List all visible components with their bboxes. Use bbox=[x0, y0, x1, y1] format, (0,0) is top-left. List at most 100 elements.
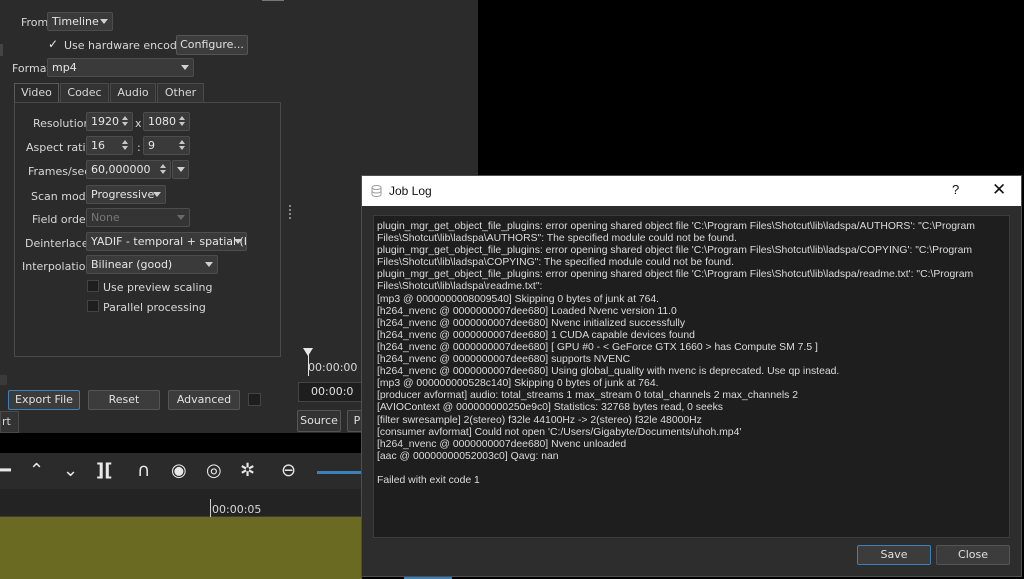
remove-icon[interactable]: ━ bbox=[0, 461, 11, 481]
format-select[interactable]: mp4 bbox=[47, 58, 194, 77]
zoom-out-icon[interactable]: ⊖ bbox=[281, 461, 296, 481]
log-line: Files\Shotcut\lib\ladspa\AUTHORS": The s… bbox=[377, 233, 737, 245]
preview-scaling-checkbox[interactable] bbox=[87, 280, 99, 292]
overwrite-icon[interactable]: ⌄ bbox=[63, 461, 78, 481]
from-select[interactable]: Timeline bbox=[47, 12, 113, 31]
chevron-down-icon bbox=[177, 215, 185, 220]
chevron-down-icon bbox=[205, 262, 213, 267]
tab-other[interactable]: Other bbox=[157, 83, 204, 102]
fps-preset-dropdown[interactable] bbox=[172, 160, 189, 179]
advanced-button[interactable]: Advanced bbox=[168, 390, 240, 410]
field-order-select[interactable]: None bbox=[86, 208, 190, 227]
ripple-icon[interactable]: ◎ bbox=[206, 461, 222, 481]
tab-source[interactable]: Source bbox=[297, 410, 341, 432]
tab-video[interactable]: Video bbox=[14, 83, 59, 102]
chevron-down-icon bbox=[181, 65, 189, 70]
deinterlacer-select[interactable]: YADIF - temporal + spatial (be bbox=[86, 232, 247, 251]
fps-value: 60,000000 bbox=[91, 163, 151, 176]
resolution-height-value: 1080 bbox=[148, 115, 176, 128]
ruler-tick bbox=[210, 499, 211, 517]
save-button[interactable]: Save bbox=[857, 545, 931, 565]
scroll-down-arrow-icon[interactable] bbox=[0, 375, 7, 385]
format-label: Format bbox=[12, 62, 51, 75]
player-timecode: 00:00:00 bbox=[308, 361, 358, 374]
resolution-width-value: 1920 bbox=[91, 115, 119, 128]
aspect-ratio-label: Aspect ratio bbox=[26, 141, 93, 154]
ripple-all-icon[interactable]: ✲ bbox=[240, 461, 255, 481]
from-select-value: Timeline bbox=[52, 15, 99, 28]
parallel-processing-checkbox[interactable] bbox=[87, 300, 99, 312]
close-button[interactable]: Close bbox=[936, 545, 1010, 565]
export-file-button[interactable]: Export File bbox=[8, 390, 80, 410]
spin-arrows-icon[interactable] bbox=[158, 162, 168, 177]
left-tab-cut-label: rt bbox=[2, 415, 11, 428]
aspect-separator: : bbox=[137, 141, 141, 154]
log-line: Files\Shotcut\lib\ladspa\COPYING": The s… bbox=[377, 257, 734, 269]
spin-arrows-icon[interactable] bbox=[177, 114, 187, 129]
aspect-height-spinbox[interactable]: 9 bbox=[143, 136, 190, 155]
format-select-value: mp4 bbox=[52, 61, 77, 74]
log-line: plugin_mgr_get_object_file_plugins: erro… bbox=[377, 269, 974, 281]
scrub-eye-icon[interactable]: ◉ bbox=[171, 461, 187, 481]
tab-codec[interactable]: Codec bbox=[60, 83, 109, 102]
chevron-down-icon bbox=[177, 167, 185, 172]
chevron-down-icon bbox=[234, 239, 242, 244]
resolution-label: Resolution bbox=[33, 117, 91, 130]
resolution-height-spinbox[interactable]: 1080 bbox=[143, 112, 190, 131]
deinterlacer-label: Deinterlacer bbox=[25, 237, 94, 250]
log-line: [h264_nvenc @ 0000000007dee680] [ GPU #0… bbox=[377, 341, 818, 353]
help-icon[interactable]: ? bbox=[952, 182, 959, 197]
job-log-title: Job Log bbox=[389, 184, 432, 198]
log-line: [AVIOContext @ 000000000250e9c0] Statist… bbox=[377, 402, 723, 414]
log-line: [mp3 @ 0000000008009540] Skipping 0 byte… bbox=[377, 293, 660, 305]
hw-encoder-checkbox[interactable]: ✓ bbox=[48, 37, 58, 51]
resolution-width-spinbox[interactable]: 1920 bbox=[86, 112, 133, 131]
snap-magnet-icon[interactable]: ∩ bbox=[137, 461, 150, 481]
log-line: [h264_nvenc @ 0000000007dee680] supports… bbox=[377, 354, 631, 366]
spin-arrows-icon[interactable] bbox=[177, 138, 187, 153]
configure-button[interactable]: Configure... bbox=[176, 35, 248, 55]
parallel-processing-label: Parallel processing bbox=[103, 301, 206, 314]
interpolation-value: Bilinear (good) bbox=[91, 258, 173, 271]
splitter-handle[interactable] bbox=[289, 205, 291, 219]
interpolation-select[interactable]: Bilinear (good) bbox=[86, 255, 218, 274]
close-icon[interactable]: ✕ bbox=[992, 180, 1006, 200]
scan-mode-label: Scan mode bbox=[31, 190, 93, 203]
scan-mode-select[interactable]: Progressive bbox=[86, 185, 166, 204]
chevron-down-icon bbox=[153, 192, 161, 197]
tab-audio[interactable]: Audio bbox=[110, 83, 156, 102]
resolution-x-label: x bbox=[135, 117, 142, 130]
panel-corner-marks bbox=[262, 0, 284, 3]
log-line: [h264_nvenc @ 0000000007dee680] Loaded N… bbox=[377, 305, 677, 317]
left-tab-cut[interactable]: rt bbox=[0, 411, 19, 433]
timeline-toolbar: ━ ⌃ ⌄ ][ ∩ ◉ ◎ ✲ ⊖ bbox=[0, 453, 362, 489]
scan-mode-value: Progressive bbox=[91, 188, 155, 201]
fps-spinbox[interactable]: 60,000000 bbox=[86, 160, 171, 179]
spin-arrows-icon[interactable] bbox=[120, 114, 130, 129]
preview-scaling-label: Use preview scaling bbox=[103, 281, 213, 294]
split-icon[interactable]: ][ bbox=[96, 461, 112, 481]
log-line: [mp3 @ 000000000528c140] Skipping 0 byte… bbox=[377, 378, 659, 390]
side-marker bbox=[0, 44, 3, 56]
zoom-slider[interactable] bbox=[317, 471, 362, 474]
aspect-width-spinbox[interactable]: 16 bbox=[86, 136, 133, 155]
spin-arrows-icon[interactable] bbox=[120, 138, 130, 153]
deinterlacer-value: YADIF - temporal + spatial (be bbox=[91, 235, 247, 248]
reset-button[interactable]: Reset bbox=[88, 390, 160, 410]
log-line: [h264_nvenc @ 0000000007dee680] 1 CUDA c… bbox=[377, 329, 695, 341]
timeline-ruler[interactable]: 00:00:05 bbox=[0, 489, 362, 517]
field-order-value: None bbox=[91, 211, 120, 224]
job-log-dialog: Job Log ? ✕ plugin_mgr_get_object_file_p… bbox=[361, 175, 1022, 577]
aspect-width-value: 16 bbox=[91, 139, 105, 152]
job-log-text-area[interactable]: plugin_mgr_get_object_file_plugins: erro… bbox=[373, 215, 1010, 538]
log-final-line: Failed with exit code 1 bbox=[377, 474, 480, 486]
database-icon bbox=[371, 185, 382, 197]
log-line: [consumer avformat] Could not open 'C:/U… bbox=[377, 426, 742, 438]
hw-encoder-label: Use hardware encoder bbox=[64, 39, 189, 52]
timeline-track-clip[interactable] bbox=[0, 517, 362, 579]
lift-icon[interactable]: ⌃ bbox=[29, 461, 44, 481]
advanced-toggle-checkbox[interactable] bbox=[248, 393, 261, 406]
job-log-titlebar[interactable]: Job Log ? ✕ bbox=[362, 176, 1021, 206]
from-label: From bbox=[21, 16, 49, 29]
player-timecode-box[interactable]: 00:00:0 bbox=[298, 382, 362, 402]
